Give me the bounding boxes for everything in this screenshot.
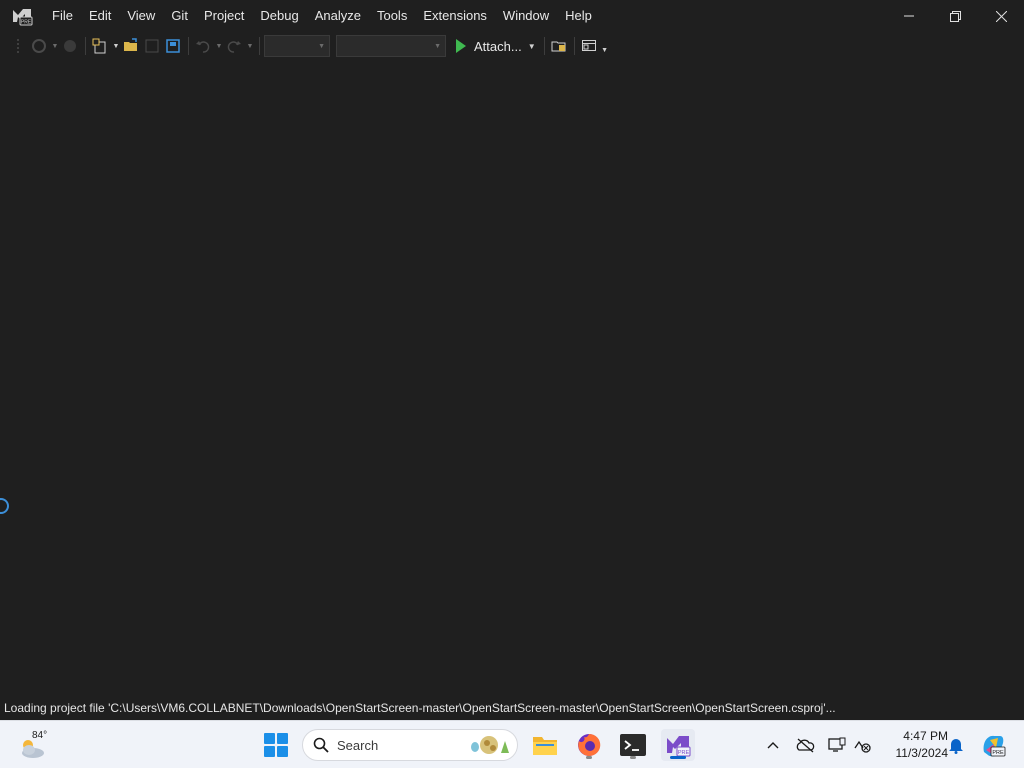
network-icon[interactable]	[852, 735, 872, 755]
menu-view[interactable]: View	[119, 0, 163, 32]
visual-studio-preview-icon[interactable]: PRE	[0, 0, 44, 32]
minimize-icon[interactable]	[886, 0, 932, 32]
chevron-down-icon[interactable]: ▼	[111, 36, 121, 56]
menu-window[interactable]: Window	[495, 0, 557, 32]
search-label: Search	[337, 737, 379, 753]
toolbar-separator	[573, 37, 575, 55]
solution-platform-dropdown[interactable]: ▼	[336, 35, 446, 57]
attach-button[interactable]: Attach... ▼	[452, 35, 540, 57]
weather-widget[interactable]: 84°	[18, 729, 54, 761]
menu-project[interactable]: Project	[196, 0, 252, 32]
app-active-indicator	[670, 756, 686, 759]
restore-icon[interactable]	[932, 0, 978, 32]
redo-icon[interactable]	[224, 36, 244, 56]
navigate-forward-icon[interactable]	[60, 36, 80, 56]
system-clock[interactable]: 4:47 PM 11/3/2024	[878, 728, 949, 762]
toolbar-separator	[85, 37, 86, 55]
visual-studio-preview-icon[interactable]: PRE	[661, 729, 695, 761]
attach-label: Attach...	[474, 38, 522, 54]
chevron-up-icon[interactable]	[763, 735, 783, 755]
notification-icon[interactable]	[946, 735, 966, 755]
toolbar-separator	[188, 37, 189, 55]
solution-configuration-dropdown[interactable]: ▼	[264, 35, 330, 57]
toolbar-separator	[259, 37, 260, 55]
save-icon[interactable]	[142, 36, 162, 56]
copilot-icon[interactable]: PRE	[980, 732, 1006, 758]
close-icon[interactable]	[978, 0, 1024, 32]
window-layout-icon[interactable]	[579, 36, 599, 56]
menu-debug[interactable]: Debug	[252, 0, 306, 32]
menu-extensions[interactable]: Extensions	[415, 0, 495, 32]
app-running-indicator	[586, 756, 592, 759]
app-running-indicator	[630, 756, 636, 759]
editor-area	[0, 60, 1024, 696]
clock-date: 11/3/2024	[895, 746, 949, 760]
search-icon	[313, 737, 329, 753]
menu-help[interactable]: Help	[557, 0, 600, 32]
start-button[interactable]	[264, 733, 288, 757]
loading-spinner-icon	[0, 498, 9, 514]
new-project-icon[interactable]	[90, 36, 110, 56]
play-icon	[456, 39, 466, 53]
weather-temperature: 84°	[32, 730, 48, 741]
undo-icon[interactable]	[193, 36, 213, 56]
menu-git[interactable]: Git	[163, 0, 196, 32]
chevron-down-icon[interactable]: ▼	[50, 36, 60, 56]
onedrive-icon[interactable]	[795, 735, 815, 755]
toolbar-grip-icon	[8, 36, 28, 56]
menu-tools[interactable]: Tools	[369, 0, 415, 32]
clock-time: 4:47 PM	[903, 729, 948, 743]
taskbar-search-box[interactable]: Search	[302, 729, 518, 761]
open-folder-icon[interactable]	[121, 36, 141, 56]
status-text: Loading project file 'C:\Users\VM6.COLLA…	[4, 701, 836, 715]
title-bar: PRE File Edit View Git Project Debug Ana…	[0, 0, 1024, 32]
menu-edit[interactable]: Edit	[81, 0, 119, 32]
save-all-icon[interactable]	[163, 36, 183, 56]
window-controls	[886, 0, 1024, 32]
terminal-icon[interactable]	[617, 729, 649, 761]
status-bar: Loading project file 'C:\Users\VM6.COLLA…	[0, 696, 1024, 720]
toolbar-separator	[543, 37, 545, 55]
svg-text:PRE: PRE	[21, 20, 32, 26]
navigate-back-icon[interactable]	[29, 36, 49, 56]
chevron-down-icon[interactable]: ▼	[528, 42, 536, 51]
firefox-icon[interactable]	[573, 729, 605, 761]
solution-explorer-icon[interactable]	[549, 36, 569, 56]
chevron-down-icon[interactable]: ▼	[245, 36, 255, 56]
taskbar: 84° Search PRE 4:47 PM 11/3/2024 PRE	[0, 720, 1024, 768]
file-explorer-icon[interactable]	[529, 729, 561, 761]
chevron-down-icon[interactable]: ▼	[214, 36, 224, 56]
search-highlight-icon	[471, 736, 509, 754]
standard-toolbar: ▼ ▼ ▼ ▼ ▼ ▼ Attach... ▼ ▼	[0, 32, 1024, 60]
menu-analyze[interactable]: Analyze	[307, 0, 369, 32]
display-icon[interactable]	[827, 735, 847, 755]
menu-file[interactable]: File	[44, 0, 81, 32]
menu-bar: File Edit View Git Project Debug Analyze…	[44, 0, 600, 32]
svg-text:PRE: PRE	[992, 750, 1004, 756]
toolbar-options-icon[interactable]: ▼	[600, 36, 610, 56]
